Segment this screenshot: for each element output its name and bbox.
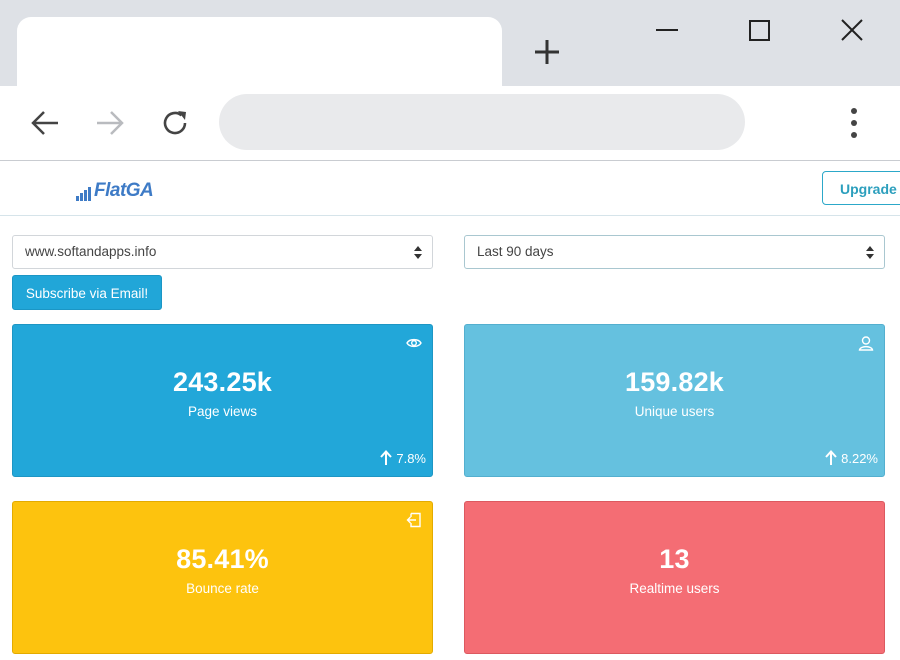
- arrow-left-icon[interactable]: [28, 106, 62, 140]
- address-bar[interactable]: [219, 94, 745, 150]
- realtime-users-label: Realtime users: [629, 581, 720, 596]
- logo-text: FlatGA: [94, 180, 154, 201]
- realtime-users-card: 13 Realtime users: [464, 501, 885, 654]
- tab-strip: [0, 0, 900, 86]
- bounce-rate-card: 85.41% Bounce rate: [12, 501, 433, 654]
- sort-arrows-icon: [414, 246, 422, 259]
- exit-icon: [406, 512, 421, 528]
- close-icon[interactable]: [835, 14, 869, 48]
- sort-arrows-icon: [866, 246, 874, 259]
- unique-users-trend: 8.22%: [825, 450, 878, 466]
- upgrade-button[interactable]: Upgrade: [822, 171, 900, 205]
- page-views-trend-value: 7.8%: [396, 450, 426, 466]
- unique-users-value: 159.82k: [625, 367, 724, 397]
- browser-toolbar: [0, 86, 900, 161]
- date-range-value: Last 90 days: [477, 244, 554, 259]
- page-views-value: 243.25k: [173, 367, 272, 397]
- realtime-users-value: 13: [659, 544, 690, 574]
- bar-chart-icon: [76, 187, 91, 201]
- bounce-rate-value: 85.41%: [176, 544, 269, 574]
- unique-users-label: Unique users: [634, 404, 715, 419]
- bounce-rate-label: Bounce rate: [186, 581, 259, 596]
- minimize-icon[interactable]: [650, 14, 684, 48]
- maximize-icon[interactable]: [742, 14, 776, 48]
- page-views-card: 243.25k Page views 7.8%: [12, 324, 433, 477]
- site-select[interactable]: www.softandapps.info: [12, 235, 433, 269]
- site-select-value: www.softandapps.info: [25, 244, 157, 259]
- arrow-up-icon: [380, 450, 393, 465]
- unique-users-card: 159.82k Unique users 8.22%: [464, 324, 885, 477]
- page-views-label: Page views: [187, 404, 258, 419]
- arrow-up-icon: [825, 450, 837, 465]
- reload-icon[interactable]: [158, 106, 192, 140]
- browser-tab[interactable]: [17, 17, 502, 86]
- date-range-select[interactable]: Last 90 days: [464, 235, 885, 269]
- eye-icon: [406, 338, 422, 348]
- subscribe-button[interactable]: Subscribe via Email!: [12, 275, 162, 310]
- user-icon: [858, 336, 874, 351]
- kebab-menu-icon[interactable]: [844, 104, 864, 142]
- app-header: FlatGA Upgrade: [0, 161, 900, 216]
- plus-icon[interactable]: [531, 36, 563, 68]
- unique-users-trend-value: 8.22%: [841, 450, 878, 466]
- arrow-right-icon[interactable]: [93, 106, 127, 140]
- page-views-trend: 7.8%: [380, 450, 426, 466]
- logo[interactable]: FlatGA: [76, 177, 154, 201]
